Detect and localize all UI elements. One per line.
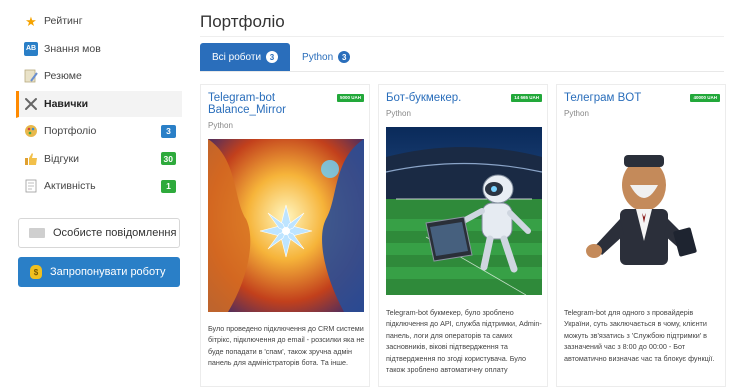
thumbs-up-icon	[24, 152, 38, 166]
money-bag-icon: $	[30, 265, 42, 279]
star-icon: ★	[25, 13, 37, 29]
sidebar-item-skills[interactable]: Навички	[16, 90, 182, 118]
sidebar-item-activity[interactable]: Активність 1	[16, 173, 182, 201]
sidebar-item-label: Рейтинг	[44, 15, 83, 28]
offer-job-button[interactable]: $ Запропонувати роботу	[18, 257, 180, 287]
card-image-bookmaker-robot[interactable]	[386, 127, 542, 295]
sidebar-item-languages[interactable]: AB Знання мов	[16, 36, 182, 63]
card-image-telegram-bot[interactable]	[564, 125, 720, 297]
portfolio-tabs: Всі роботи 3 Python 3	[200, 43, 362, 71]
price-badge: 5000 UAH	[336, 94, 364, 102]
tab-python[interactable]: Python 3	[290, 43, 362, 71]
sidebar-item-label: Портфоліо	[44, 125, 97, 138]
sidebar-item-resume[interactable]: Резюме	[16, 63, 182, 91]
tab-count: 3	[266, 51, 279, 63]
sidebar-item-label: Активність	[44, 180, 96, 193]
page-title: Портфоліо	[200, 12, 285, 31]
sidebar-item-label: Відгуки	[44, 152, 80, 165]
card-image-mirror[interactable]	[208, 139, 364, 312]
sidebar-item-rating[interactable]: ★ Рейтинг	[16, 8, 182, 36]
count-badge: 30	[160, 152, 176, 166]
card-title[interactable]: Telegram-bot Balance_Mirror	[208, 92, 328, 116]
tabs-divider	[200, 71, 724, 72]
resume-icon	[24, 69, 38, 83]
private-message-label: Особисте повідомлення	[53, 227, 177, 239]
sidebar-item-label: Знання мов	[44, 42, 101, 55]
tab-count: 3	[338, 51, 351, 63]
tools-icon	[24, 97, 38, 111]
portfolio-icon	[24, 124, 38, 138]
tab-label: Python	[302, 51, 334, 63]
price-badge: 14 665 UAH	[511, 94, 542, 102]
price-badge: 40000 UAH	[690, 94, 720, 102]
card-title[interactable]: Бот-букмекер.	[386, 92, 506, 104]
portfolio-card[interactable]: Telegram-bot Balance_Mirror 5000 UAH Pyt…	[200, 84, 370, 387]
portfolio-card[interactable]: Телеграм BOT 40000 UAH Python Telegram-b…	[556, 84, 726, 387]
card-category: Python	[564, 109, 589, 118]
sidebar-item-label: Навички	[44, 97, 89, 110]
tab-label: Всі роботи	[212, 51, 262, 63]
envelope-icon	[29, 228, 45, 238]
offer-job-label: Запропонувати роботу	[50, 266, 166, 278]
card-description: Telegram-bot букмекер, було зроблено під…	[386, 308, 542, 375]
card-description: Telegram-bot для одного з провайдерів Ук…	[564, 308, 715, 363]
sidebar-item-label: Резюме	[44, 70, 82, 83]
private-message-button[interactable]: Особисте повідомлення	[18, 218, 180, 248]
portfolio-card[interactable]: Бот-букмекер. 14 665 UAH Python Telegram…	[378, 84, 548, 387]
sidebar: ★ Рейтинг AB Знання мов Резюме Навички П…	[16, 8, 182, 201]
card-description: Було проведено підключення до CRM систем…	[208, 324, 365, 368]
sidebar-item-reviews[interactable]: Відгуки 30	[16, 146, 182, 173]
card-title[interactable]: Телеграм BOT	[564, 92, 684, 104]
tab-all-works[interactable]: Всі роботи 3	[200, 43, 291, 71]
title-divider	[200, 36, 724, 37]
card-category: Python	[208, 121, 233, 130]
count-badge: 1	[161, 179, 176, 193]
language-icon: AB	[24, 41, 38, 56]
sidebar-item-portfolio[interactable]: Портфоліо 3	[16, 118, 182, 146]
activity-icon	[24, 179, 38, 193]
card-category: Python	[386, 109, 411, 118]
count-badge: 3	[161, 124, 176, 138]
